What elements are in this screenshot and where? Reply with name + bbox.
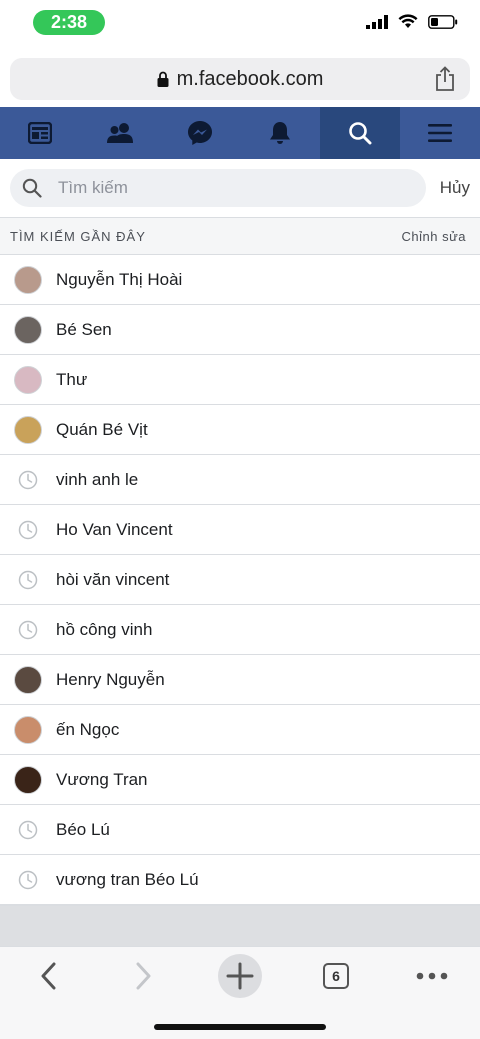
recent-search-label: hòi văn vincent [56,569,170,589]
recent-search-item[interactable]: Thư [0,355,480,405]
nav-menu[interactable] [400,107,480,159]
news-feed-icon [28,122,52,144]
tab-count-badge: 6 [323,963,349,989]
history-clock-icon [14,566,42,594]
recent-search-label: Vương Tran [56,769,148,789]
friends-icon [107,123,133,143]
chevron-right-icon [136,962,151,990]
history-clock-icon [14,516,42,544]
messenger-icon [188,121,212,145]
avatar [14,265,42,294]
avatar [14,765,42,794]
history-clock-icon [14,616,42,644]
search-icon [22,178,42,198]
lock-icon [157,71,169,87]
recent-search-label: Nguyễn Thị Hoài [56,269,183,289]
share-button[interactable] [434,66,456,97]
notifications-icon [270,122,290,144]
signal-icon [366,14,388,29]
chevron-left-icon [41,962,56,990]
url-text: m.facebook.com [176,67,324,90]
nav-search[interactable] [320,107,400,159]
edit-button[interactable]: Chỉnh sửa [401,229,466,244]
recent-search-item[interactable]: hòi văn vincent [0,555,480,605]
avatar [14,315,42,344]
cancel-button[interactable]: Hủy [440,178,470,198]
recent-search-item[interactable]: Vương Tran [0,755,480,805]
recent-search-label: Béo Lú [56,819,110,839]
recent-search-item[interactable]: hồ công vinh [0,605,480,655]
recent-search-item[interactable]: vương tran Béo Lú [0,855,480,905]
recent-search-item[interactable]: vinh anh le [0,455,480,505]
browser-toolbar: 6 [0,946,480,1039]
new-tab-button[interactable] [210,951,270,1001]
recent-search-item[interactable]: Bé Sen [0,305,480,355]
forward-button[interactable] [114,951,174,1001]
recent-search-label: Henry Nguyễn [56,669,165,689]
recent-search-item[interactable]: Ho Van Vincent [0,505,480,555]
avatar [14,715,42,744]
wifi-icon [398,14,418,28]
recent-search-label: Thư [56,369,88,389]
search-row: Hủy [0,159,480,217]
status-bar: 2:38 [0,0,480,50]
nav-news-feed[interactable] [0,107,80,159]
search-icon [349,122,372,145]
history-clock-icon [14,866,42,894]
home-indicator [154,1024,326,1030]
recent-search-item[interactable]: Quán Bé Vịt [0,405,480,455]
recent-searches-header: TÌM KIẾM GẦN ĐÂY Chỉnh sửa [0,217,480,255]
plus-icon [226,962,254,990]
recent-search-label: ến Ngọc [56,719,120,739]
avatar [14,415,42,444]
share-icon [436,66,454,91]
tabs-button[interactable]: 6 [306,951,366,1001]
page-filler [0,905,480,946]
search-box[interactable] [10,169,426,207]
recent-search-item[interactable]: Henry Nguyễn [0,655,480,705]
nav-messenger[interactable] [160,107,240,159]
recent-search-label: Ho Van Vincent [56,519,173,539]
nav-notifications[interactable] [240,107,320,159]
recent-search-item[interactable]: Nguyễn Thị Hoài [0,255,480,305]
more-button[interactable] [402,951,462,1001]
facebook-nav-bar [0,107,480,159]
recent-search-label: Quán Bé Vịt [56,419,148,439]
menu-icon [428,124,452,142]
search-input[interactable] [58,178,338,198]
recent-searches-title: TÌM KIẾM GẦN ĐÂY [10,228,146,244]
history-clock-icon [14,816,42,844]
battery-icon [428,14,458,29]
recent-search-label: vinh anh le [56,469,139,489]
recent-searches-list: Nguyễn Thị Hoài Bé Sen Thư Quán Bé Vịt vinh … [0,255,480,905]
recent-search-item[interactable]: Béo Lú [0,805,480,855]
recent-search-label: Bé Sen [56,319,112,339]
back-button[interactable] [18,951,78,1001]
avatar [14,365,42,394]
recent-search-label: vương tran Béo Lú [56,869,199,889]
recent-search-label: hồ công vinh [56,619,153,639]
avatar [14,665,42,694]
address-bar[interactable]: m.facebook.com [10,58,470,100]
recent-search-item[interactable]: ến Ngọc [0,705,480,755]
history-clock-icon [14,466,42,494]
nav-friends[interactable] [80,107,160,159]
status-time: 2:38 [33,10,105,35]
more-icon [416,972,448,980]
